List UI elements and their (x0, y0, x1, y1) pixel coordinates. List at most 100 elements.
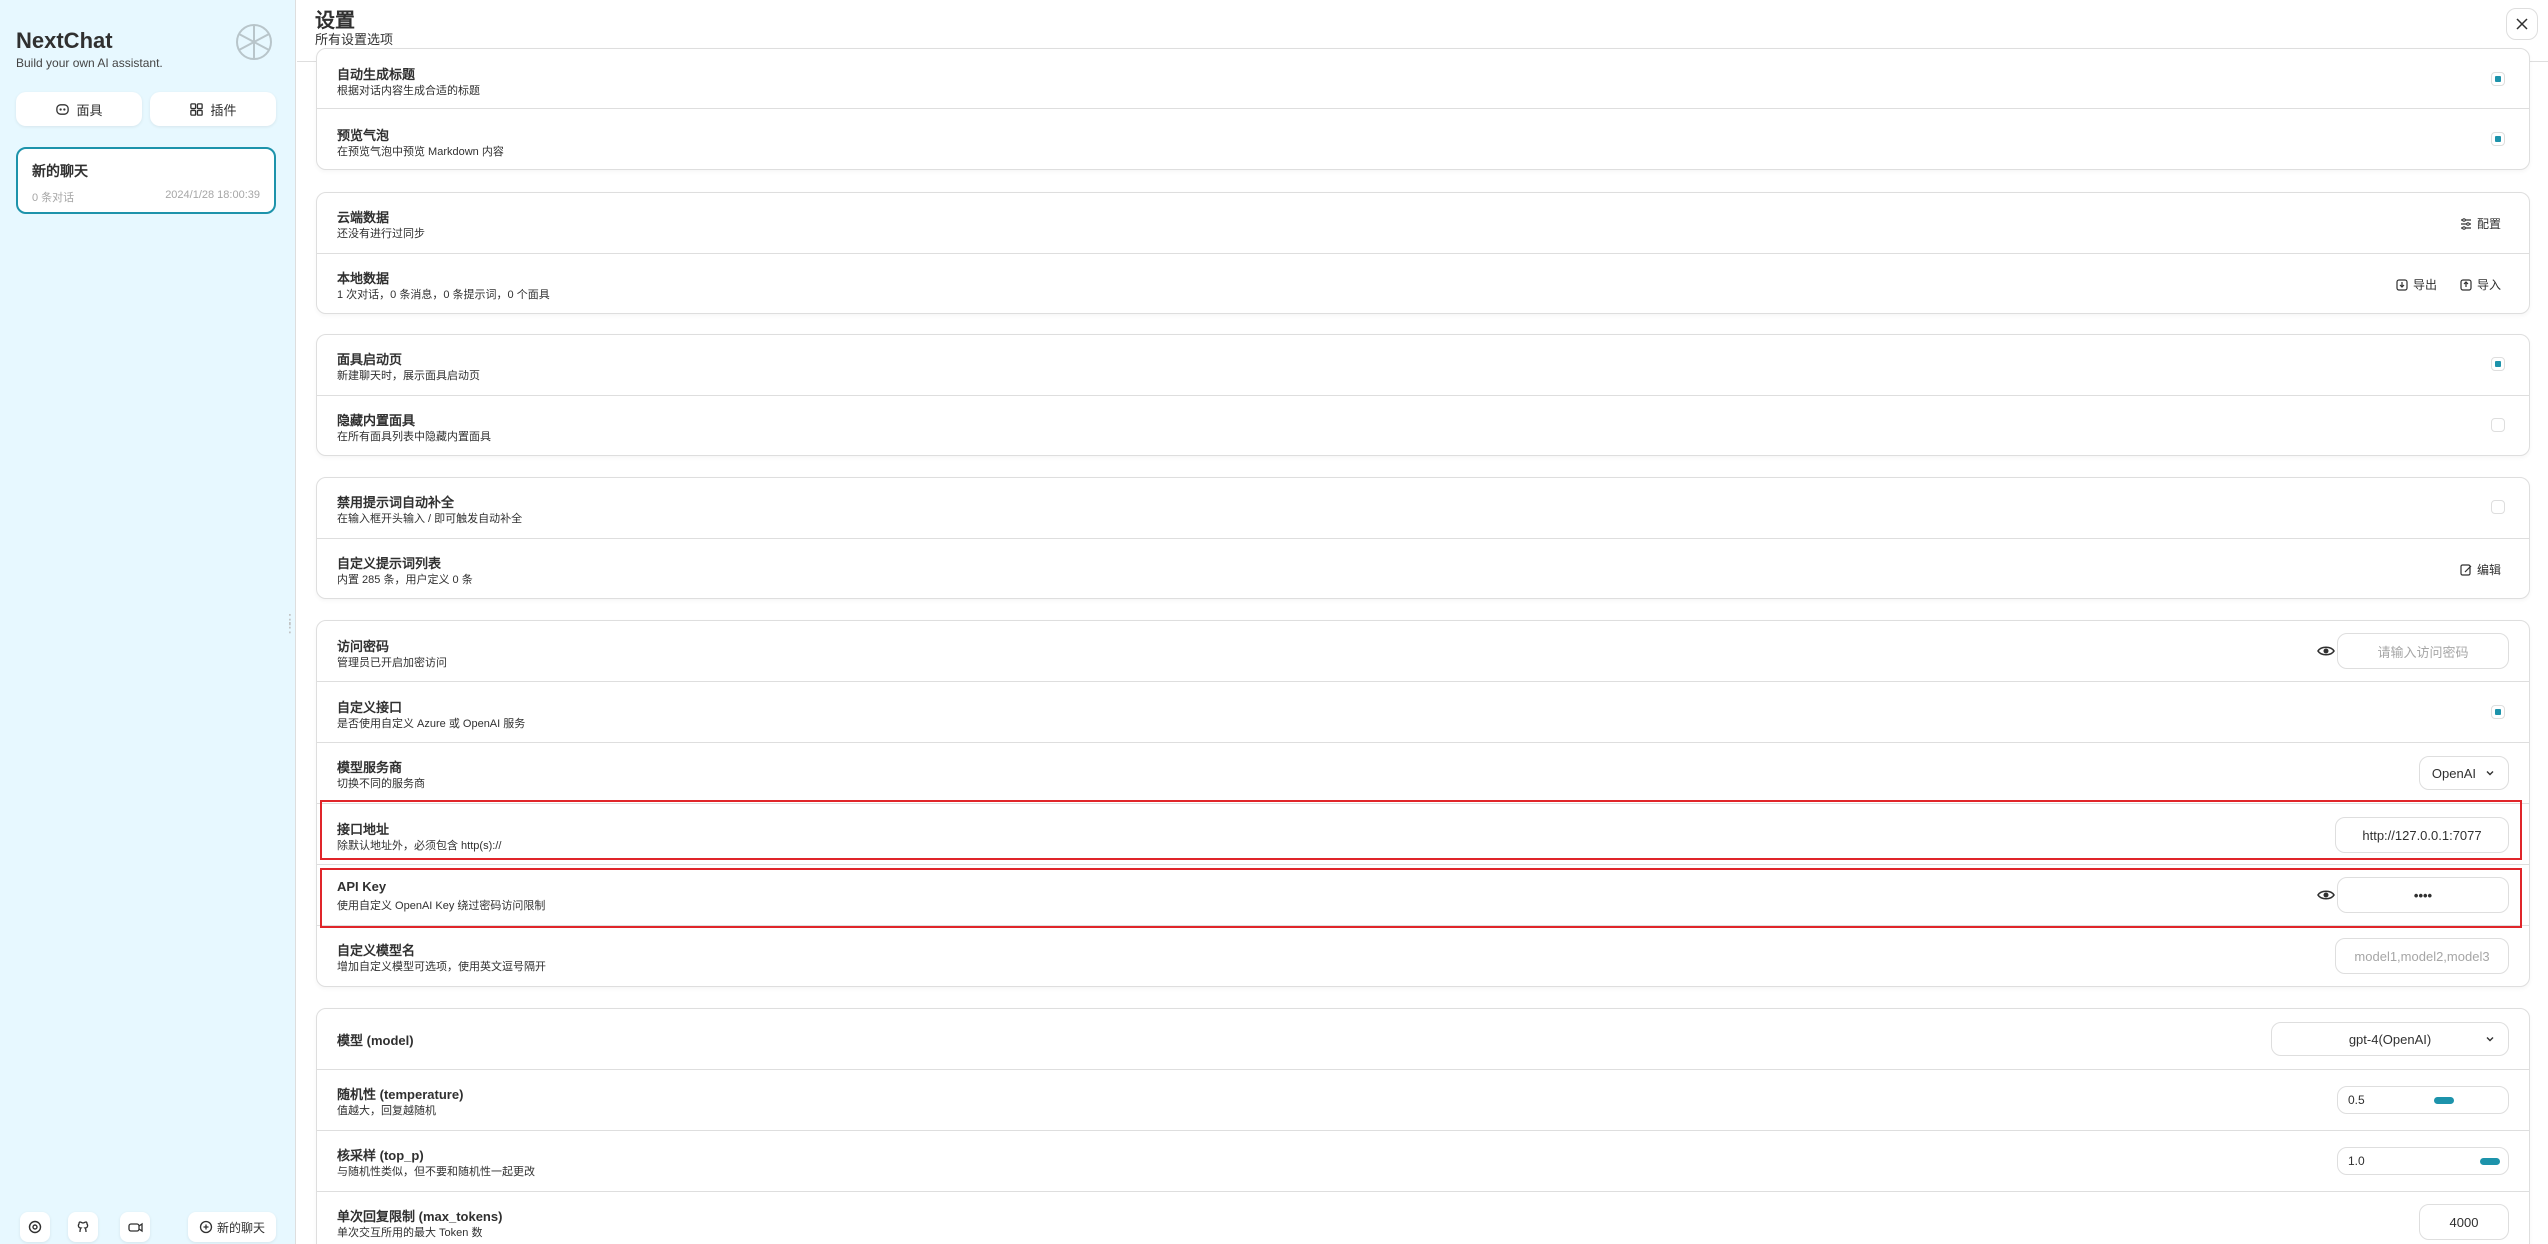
sliders-icon (2460, 217, 2471, 230)
settings-group-chat: 自动生成标题 根据对话内容生成合适的标题 预览气泡 在预览气泡中预览 Markd… (316, 48, 2530, 170)
gear-icon (28, 1220, 42, 1234)
import-button[interactable]: 导入 (2459, 276, 2501, 293)
new-chat-button[interactable]: 新的聊天 (188, 1212, 276, 1242)
top-p-slider[interactable]: 1.0 (2337, 1147, 2509, 1175)
github-button[interactable] (68, 1212, 98, 1242)
mask-button[interactable]: 面具 (16, 92, 142, 126)
custom-models-input[interactable]: model1,model2,model3 (2335, 938, 2509, 974)
setting-title: 核采样 (top_p) (337, 1148, 424, 1163)
edit-prompts-label: 编辑 (2476, 563, 2501, 577)
setting-subtitle: 1 次对话，0 条消息，0 条提示词，0 个面具 (337, 289, 550, 301)
slider-thumb[interactable] (2480, 1158, 2500, 1165)
settings-button[interactable] (20, 1212, 50, 1242)
setting-title: 接口地址 (337, 822, 390, 837)
settings-group-access: 访问密码 管理员已开启加密访问 请输入访问密码 自定义接口 是否使用自定义 Az… (316, 620, 2530, 987)
plus-circle-icon (199, 1220, 213, 1234)
settings-group-masks: 面具启动页 新建聊天时，展示面具启动页 隐藏内置面具 在所有面具列表中隐藏内置面… (316, 334, 2530, 456)
settings-group-model: 模型 (model) gpt-4(OpenAI) 随机性 (temperatur… (316, 1008, 2530, 1244)
setting-custom-prompts: 自定义提示词列表 内置 285 条，用户定义 0 条 编辑 (317, 539, 2529, 600)
export-icon (2396, 278, 2408, 291)
github-icon (77, 1221, 89, 1233)
edit-prompts-button[interactable]: 编辑 (2459, 561, 2501, 578)
setting-title: 随机性 (temperature) (337, 1087, 464, 1102)
setting-api-key: API Key 使用自定义 OpenAI Key 绕过密码访问限制 •••• (317, 865, 2529, 926)
settings-group-data: 云端数据 还没有进行过同步 配置 本地数据 1 次对话，0 条消息，0 条提示词… (316, 192, 2530, 314)
discovery-button[interactable] (120, 1212, 150, 1242)
setting-title: 禁用提示词自动补全 (337, 495, 455, 510)
setting-local-data: 本地数据 1 次对话，0 条消息，0 条提示词，0 个面具 导出 导入 (317, 254, 2529, 315)
setting-cloud-data: 云端数据 还没有进行过同步 配置 (317, 193, 2529, 254)
sidebar-drag-handle[interactable]: ⋮ ⋮ (283, 612, 297, 637)
top-p-value: 1.0 (2348, 1154, 2365, 1168)
setting-subtitle: 在预览气泡中预览 Markdown 内容 (337, 146, 504, 158)
chat-title: 新的聊天 (32, 163, 88, 179)
setting-subtitle: 值越大，回复越随机 (337, 1105, 436, 1117)
setting-subtitle: 使用自定义 OpenAI Key 绕过密码访问限制 (337, 900, 546, 912)
close-icon (2516, 18, 2528, 30)
model-select[interactable]: gpt-4(OpenAI) (2271, 1022, 2509, 1056)
export-label: 导出 (2412, 278, 2437, 292)
chat-date: 2024/1/28 18:00:39 (165, 189, 260, 201)
chat-message-count: 0 条对话 (32, 192, 75, 204)
setting-subtitle: 内置 285 条，用户定义 0 条 (337, 574, 473, 586)
setting-title: 自动生成标题 (337, 67, 416, 82)
chat-list-item[interactable]: 新的聊天 0 条对话 2024/1/28 18:00:39 (16, 147, 276, 214)
setting-title: 自定义模型名 (337, 943, 416, 958)
setting-title: 模型服务商 (337, 760, 403, 775)
slider-thumb[interactable] (2434, 1097, 2454, 1104)
setting-title: 自定义接口 (337, 700, 403, 715)
api-key-input[interactable]: •••• (2337, 877, 2509, 913)
chevron-down-icon (2486, 1037, 2494, 1042)
grid-icon (190, 102, 204, 116)
app-name: NextChat (16, 28, 113, 53)
eye-icon[interactable] (2317, 642, 2335, 660)
setting-subtitle: 在所有面具列表中隐藏内置面具 (337, 431, 491, 443)
model-value: gpt-4(OpenAI) (2348, 1031, 2432, 1047)
auto-title-checkbox[interactable] (2491, 72, 2505, 86)
chatgpt-logo-icon (236, 24, 272, 60)
setting-subtitle: 与随机性类似，但不要和随机性一起更改 (337, 1166, 535, 1178)
hide-masks-checkbox[interactable] (2491, 418, 2505, 432)
setting-subtitle: 是否使用自定义 Azure 或 OpenAI 服务 (337, 718, 526, 730)
access-code-input[interactable]: 请输入访问密码 (2337, 633, 2509, 669)
setting-subtitle: 根据对话内容生成合适的标题 (337, 85, 480, 97)
temperature-value: 0.5 (2348, 1093, 2365, 1107)
edit-icon (2460, 563, 2472, 576)
setting-title: 模型 (model) (337, 1033, 414, 1048)
close-button[interactable] (2506, 8, 2538, 40)
setting-subtitle: 除默认地址外，必须包含 http(s):// (337, 840, 502, 852)
setting-access-code: 访问密码 管理员已开启加密访问 请输入访问密码 (317, 621, 2529, 682)
mask-launch-checkbox[interactable] (2491, 357, 2505, 371)
endpoint-input[interactable]: http://127.0.0.1:7077 (2335, 817, 2509, 853)
setting-title: 访问密码 (337, 639, 390, 654)
setting-subtitle: 增加自定义模型可选项，使用英文逗号隔开 (337, 961, 546, 973)
sidebar: NextChat Build your own AI assistant. 面具… (0, 0, 297, 1244)
import-icon (2460, 278, 2472, 291)
provider-select[interactable]: OpenAI (2418, 756, 2509, 790)
custom-endpoint-checkbox[interactable] (2491, 705, 2505, 719)
settings-group-prompts: 禁用提示词自动补全 在输入框开头输入 / 即可触发自动补全 自定义提示词列表 内… (316, 477, 2530, 599)
eye-icon[interactable] (2317, 886, 2335, 904)
disable-prompt-checkbox[interactable] (2491, 500, 2505, 514)
setting-title: 面具启动页 (337, 352, 403, 367)
new-chat-label: 新的聊天 (216, 1220, 265, 1235)
setting-custom-models: 自定义模型名 增加自定义模型可选项，使用英文逗号隔开 model1,model2… (317, 926, 2529, 987)
setting-subtitle: 切换不同的服务商 (337, 778, 425, 790)
setting-hide-masks: 隐藏内置面具 在所有面具列表中隐藏内置面具 (317, 396, 2529, 457)
setting-auto-title: 自动生成标题 根据对话内容生成合适的标题 (317, 49, 2529, 109)
provider-value: OpenAI (2431, 765, 2476, 781)
setting-subtitle: 管理员已开启加密访问 (337, 657, 447, 669)
preview-bubble-checkbox[interactable] (2491, 132, 2505, 146)
setting-disable-prompt: 禁用提示词自动补全 在输入框开头输入 / 即可触发自动补全 (317, 478, 2529, 539)
setting-preview-bubble: 预览气泡 在预览气泡中预览 Markdown 内容 (317, 109, 2529, 170)
temperature-slider[interactable]: 0.5 (2337, 1086, 2509, 1114)
cloud-config-label: 配置 (2476, 217, 2501, 231)
setting-title: 预览气泡 (337, 128, 390, 143)
setting-title: 云端数据 (337, 210, 390, 225)
page-subtitle: 所有设置选项 (315, 32, 394, 47)
cloud-config-button[interactable]: 配置 (2459, 215, 2501, 232)
max-tokens-input[interactable]: 4000 (2419, 1204, 2509, 1240)
plugin-button[interactable]: 插件 (150, 92, 276, 126)
export-button[interactable]: 导出 (2395, 276, 2437, 293)
setting-provider: 模型服务商 切换不同的服务商 OpenAI (317, 743, 2529, 804)
